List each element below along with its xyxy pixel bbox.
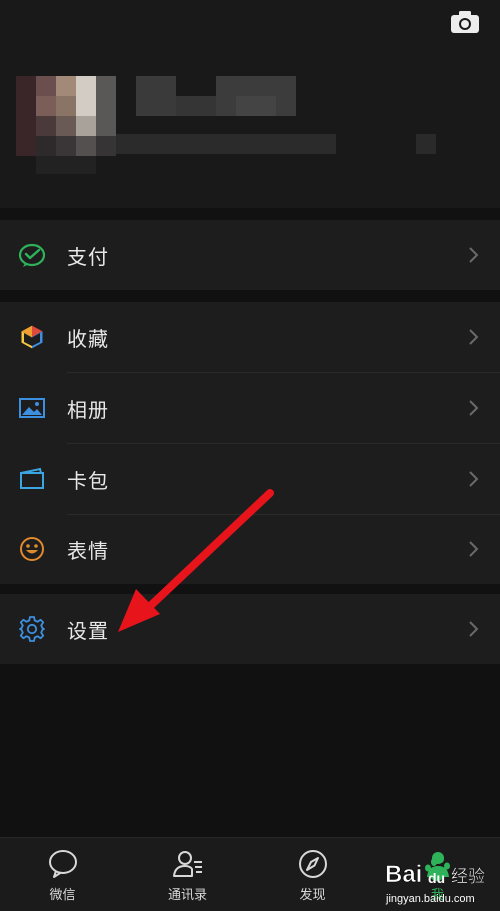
menu-item-album[interactable]: 相册 (0, 373, 500, 443)
menu-item-cards[interactable]: 卡包 (0, 444, 500, 514)
gear-icon (18, 615, 46, 643)
settings-group: 设置 (0, 594, 500, 664)
chevron-right-icon (469, 400, 479, 416)
menu-item-label: 相册 (67, 397, 109, 422)
menu-item-stickers[interactable]: 表情 (0, 514, 500, 584)
smiley-icon (18, 535, 46, 563)
chat-bubble-icon (48, 850, 77, 878)
wallet-icon (18, 465, 46, 493)
svg-text:du: du (428, 870, 445, 886)
tab-label: 发现 (299, 888, 326, 903)
tab-contacts[interactable]: 通讯录 (125, 838, 250, 911)
svg-text:经验: 经验 (451, 867, 485, 887)
menu-item-pay[interactable]: 支付 (0, 220, 500, 290)
cube-icon (18, 323, 46, 351)
baidu-watermark: Bai du 经验 jingyan.baidu.com (385, 855, 485, 905)
profile-header[interactable] (0, 0, 500, 208)
menu-item-label: 设置 (67, 618, 109, 643)
contacts-icon (172, 851, 202, 877)
menu-item-label: 表情 (67, 538, 109, 563)
features-group: 收藏 相册 卡包 表情 (0, 302, 500, 584)
tab-label: 微信 (49, 888, 76, 903)
svg-text:jingyan.baidu.com: jingyan.baidu.com (385, 893, 475, 905)
menu-item-label: 收藏 (67, 326, 109, 351)
chevron-right-icon (469, 541, 479, 557)
pay-group: 支付 (0, 220, 500, 290)
chevron-right-icon (469, 329, 479, 345)
image-icon (18, 394, 46, 422)
profile-avatar-blurred (16, 76, 436, 176)
tab-discover[interactable]: 发现 (250, 838, 375, 911)
chevron-right-icon (469, 621, 479, 637)
chevron-right-icon (469, 471, 479, 487)
compass-icon (298, 850, 327, 878)
menu-item-label: 支付 (67, 244, 109, 269)
svg-text:Bai: Bai (385, 861, 422, 888)
menu-item-settings[interactable]: 设置 (0, 594, 500, 664)
tab-chats[interactable]: 微信 (0, 838, 125, 911)
camera-icon[interactable] (450, 10, 480, 34)
tab-label: 通讯录 (167, 888, 207, 903)
wechat-pay-icon (18, 241, 46, 269)
menu-item-favorites[interactable]: 收藏 (0, 302, 500, 372)
chevron-right-icon (469, 247, 479, 263)
menu-item-label: 卡包 (67, 468, 109, 493)
